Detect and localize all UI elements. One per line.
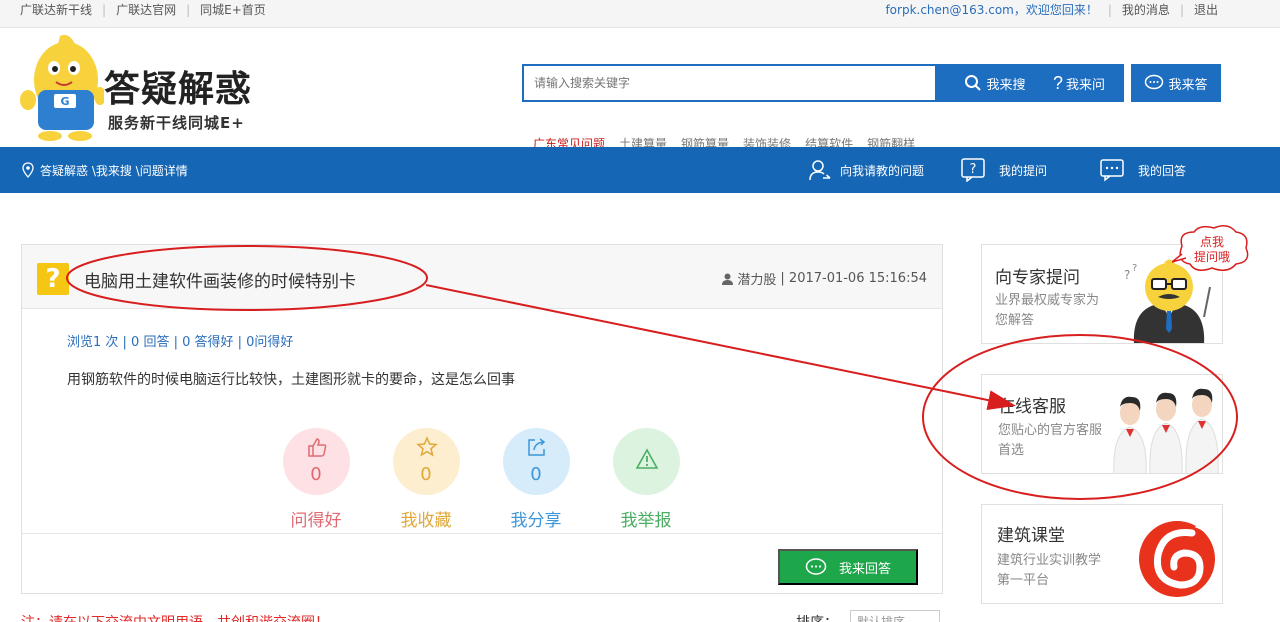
logo-title: 答疑解惑 [104, 69, 253, 110]
search-input[interactable] [522, 64, 935, 102]
top-bar: 广联达新干线 | 广联达官网 | 同城E+首页 forpk.chen@163.c… [0, 0, 1280, 28]
location-pin-icon [22, 162, 34, 178]
chat-box-icon [1100, 159, 1124, 182]
search-icon [965, 75, 982, 91]
building-course-box[interactable]: 建筑课堂 建筑行业实训教学第一平台 [981, 504, 1223, 604]
bubble-text-line2: 提问哦 [1194, 249, 1230, 264]
main-nav: 答疑解惑 \我来搜 \问题详情 向我请教的问题 ? 我的提问 我的回答 [0, 147, 1280, 193]
user-plus-icon [809, 160, 831, 181]
question-datetime: | 2017-01-06 15:16:54 [780, 271, 927, 286]
link-glodon-xgx[interactable]: 广联达新干线 [20, 0, 92, 28]
question-box-icon: ? [961, 158, 985, 182]
building-course-title: 建筑课堂 [997, 526, 1065, 546]
ask-expert-desc: 业界最权威专家为您解答 [995, 293, 1100, 328]
svg-text:?: ? [1132, 263, 1137, 274]
svg-text:?: ? [1124, 268, 1130, 282]
share-action[interactable]: 0 我分享 [501, 428, 571, 531]
share-label: 我分享 [510, 511, 562, 531]
good-question-label: 问得好 [290, 511, 342, 531]
search-bar: 我来搜 [522, 64, 1055, 102]
reply-button-label: 我来回答 [838, 560, 891, 576]
service-staff-icon [1113, 388, 1219, 473]
good-question-action[interactable]: 0 问得好 [281, 428, 351, 531]
header: G 答疑解惑 服务新干线同城E+ 我来搜 ? 我来问 我来答 广东常见问题 土建… [0, 28, 1280, 151]
answer-button[interactable]: 我来答 [1131, 64, 1221, 102]
nav-item-my-answers[interactable]: 我的回答 [1100, 147, 1186, 193]
report-label: 我举报 [620, 511, 672, 531]
link-tongcheng-home[interactable]: 同城E+首页 [200, 0, 266, 28]
question-body: 用钢筋软件的时候电脑运行比较快，土建图形就卡的要命，这是怎么回事 [67, 372, 515, 388]
report-action[interactable]: 我举报 [611, 428, 681, 531]
sort-label: 排序： [796, 612, 838, 622]
breadcrumb: 答疑解惑 \我来搜 \问题详情 [22, 147, 188, 193]
nav-item-my-questions[interactable]: ? 我的提问 [961, 147, 1047, 193]
sort-select[interactable]: 默认排序 [850, 610, 940, 622]
star-icon [415, 436, 438, 457]
svg-text:?: ? [970, 162, 977, 177]
question-author[interactable]: 潜力股 [737, 269, 776, 288]
question-header: ? 电脑用土建软件画装修的时候特别卡 潜力股 | 2017-01-06 15:1… [22, 245, 942, 309]
share-count: 0 [530, 464, 542, 485]
breadcrumb-text[interactable]: 答疑解惑 \我来搜 \问题详情 [40, 162, 188, 179]
nav-item-questions-to-me[interactable]: 向我请教的问题 [808, 147, 924, 193]
my-messages-link[interactable]: 我的消息 [1122, 0, 1170, 28]
building-course-desc: 建筑行业实训教学第一平台 [997, 553, 1102, 588]
thumbs-up-icon [307, 438, 326, 457]
click-me-bubble-icon[interactable]: 点我 提问哦 [1172, 224, 1252, 274]
warning-icon [635, 448, 658, 469]
question-meta: 潜力股 | 2017-01-06 15:16:54 [722, 269, 927, 288]
good-question-count: 0 [310, 464, 322, 485]
course-logo-icon [1139, 521, 1217, 597]
ask-button[interactable]: ? 我来问 [1034, 64, 1124, 102]
logout-link[interactable]: 退出 [1194, 0, 1218, 28]
nav-item-label: 向我请教的问题 [840, 163, 925, 178]
user-icon [722, 273, 734, 285]
civility-notice: 注：请在以下交流中文明用语，共创和谐交流圈！ [21, 612, 329, 622]
favorite-label: 我收藏 [400, 511, 452, 531]
question-stats: 浏览1 次 | 0 回答 | 0 答得好 | 0问得好 [67, 335, 294, 350]
online-service-title: 在线客服 [998, 397, 1066, 417]
online-service-box[interactable]: 在线客服 您贴心的官方客服首选 [981, 374, 1223, 474]
question-title: 电脑用土建软件画装修的时候特别卡 [84, 272, 356, 292]
favorite-action[interactable]: 0 我收藏 [391, 428, 461, 531]
question-mark-icon: ? [1052, 72, 1063, 93]
mascot-badge-letter: G [60, 95, 69, 108]
mascot-logo-icon[interactable]: G [20, 32, 104, 142]
favorite-count: 0 [420, 464, 432, 485]
question-card: ? 电脑用土建软件画装修的时候特别卡 潜力股 | 2017-01-06 15:1… [21, 244, 943, 594]
search-button-label: 我来搜 [986, 76, 1026, 92]
chat-bubble-icon [805, 558, 827, 575]
nav-item-label: 我的提问 [999, 163, 1048, 178]
chat-bubble-icon [1145, 74, 1164, 90]
question-footer: 我来回答 [22, 533, 942, 594]
ask-expert-title: 向专家提问 [995, 268, 1080, 288]
share-icon [527, 438, 545, 456]
bubble-text-line1: 点我 [1200, 235, 1224, 249]
answer-button-label: 我来答 [1168, 76, 1208, 92]
nav-item-label: 我的回答 [1138, 163, 1187, 178]
ask-button-label: 我来问 [1066, 76, 1106, 92]
link-glodon-official[interactable]: 广联达官网 [116, 0, 176, 28]
user-welcome[interactable]: forpk.chen@163.com，欢迎您回来！ [885, 0, 1097, 28]
reply-button[interactable]: 我来回答 [778, 549, 918, 585]
logo-subtitle: 服务新干线同城E+ [108, 114, 245, 132]
question-icon: ? [37, 263, 69, 295]
online-service-desc: 您贴心的官方客服首选 [998, 423, 1103, 458]
